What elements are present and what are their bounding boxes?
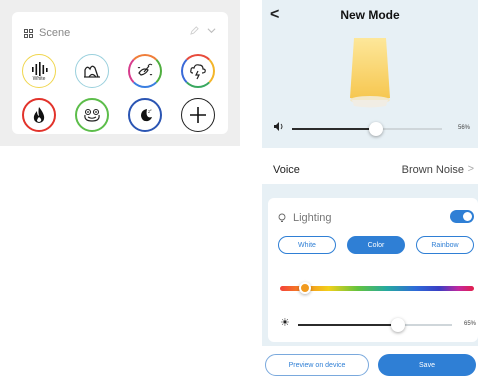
lighting-mode-group: White Color Rainbow [278,236,474,254]
chevron-down-icon[interactable] [207,26,216,38]
page-title: New Mode [340,8,400,22]
brightness-fill [298,324,399,326]
action-bar: Preview on device Save [262,350,478,381]
preview-on-device-button[interactable]: Preview on device [265,354,369,376]
birds-icon [137,63,153,76]
brightness-slider[interactable] [298,318,452,332]
scene-panel: Scene White z z [0,0,240,146]
scene-fire-button[interactable] [22,98,56,132]
frog-icon [84,108,100,122]
new-mode-screen: < New Mode 56% Voice Brown Noise > Light… [262,0,478,381]
add-scene-button[interactable] [181,98,215,132]
sun-icon: ☀ [280,317,290,329]
scene-storm-button[interactable] [181,54,215,88]
scene-frog-button[interactable] [75,98,109,132]
grid-icon [24,28,33,38]
scene-white-noise-button[interactable]: White [22,54,56,88]
voice-row[interactable]: Voice Brown Noise > [262,150,478,186]
volume-fill [292,128,376,130]
voice-label: Voice [273,164,300,176]
brightness-row: ☀ 65% [280,318,476,332]
preview-header: < New Mode 56% [262,0,478,148]
volume-row: 56% [274,122,470,136]
lightbulb-icon [278,213,286,222]
scene-header: Scene [24,27,70,39]
volume-percent: 56% [457,125,470,131]
mode-white-button[interactable]: White [278,236,336,254]
lighting-header: Lighting [278,212,332,224]
volume-slider[interactable] [292,122,442,136]
moon-icon: z z [141,108,152,122]
mode-rainbow-button[interactable]: Rainbow [416,236,474,254]
svg-text:z: z [150,108,152,112]
scene-birds-button[interactable] [128,54,162,88]
lighting-section: Lighting White Color Rainbow ☀ 65% [262,184,478,346]
flame-icon [33,107,45,123]
mountain-icon [84,65,100,78]
scene-card: Scene White z z [12,12,228,134]
storm-cloud-icon [190,64,206,80]
save-button[interactable]: Save [378,354,476,376]
chevron-right-icon: > [467,163,474,175]
lighting-card: Lighting White Color Rainbow ☀ 65% [268,198,478,342]
scene-white-label: White [32,76,46,82]
toggle-knob [463,212,472,221]
hue-slider[interactable] [280,282,474,294]
scene-mountain-button[interactable] [75,54,109,88]
plus-icon [190,107,206,123]
scene-title: Scene [39,27,71,39]
lighting-label: Lighting [293,212,332,224]
pencil-icon[interactable] [190,26,199,38]
brightness-percent: 65% [463,321,476,327]
hue-thumb[interactable] [299,282,312,294]
scene-night-button[interactable]: z z [128,98,162,132]
scene-grid: White z z [22,54,222,132]
brightness-thumb[interactable] [391,318,406,332]
scene-tools [190,26,216,38]
voice-value: Brown Noise [401,164,464,176]
volume-thumb[interactable] [369,122,383,136]
lighting-toggle[interactable] [450,210,474,223]
mode-color-button[interactable]: Color [347,236,405,254]
speaker-icon [274,122,284,133]
night-lamp-icon [350,38,390,108]
